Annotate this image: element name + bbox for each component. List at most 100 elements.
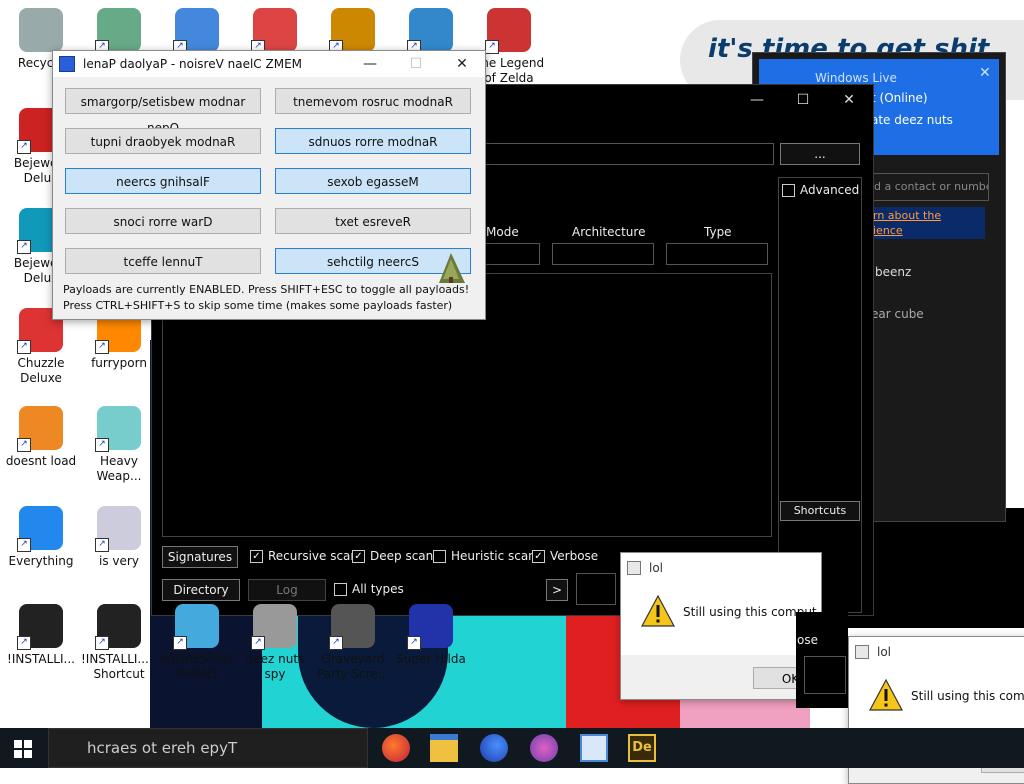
overlay-field[interactable] [804, 656, 846, 694]
heuristic-scan-label: Heuristic scan [451, 549, 536, 563]
advanced-checkbox-box[interactable] [782, 183, 795, 197]
desktop-icon[interactable]: ↗ AGGRESSIVE AVIANS [158, 604, 236, 682]
messenger-contact-2[interactable]: ear cube [871, 307, 924, 321]
desktop-icon-label: doesnt load [5, 454, 77, 468]
control-panel-icon[interactable] [580, 734, 608, 762]
memz-minimize-icon[interactable]: — [347, 56, 393, 72]
deep-scan-box[interactable]: ✓ [352, 549, 365, 563]
firefox-icon[interactable] [480, 734, 508, 762]
payload-button[interactable]: tnemevom rosruc modnaR [275, 88, 471, 114]
heuristic-scan-box[interactable] [433, 549, 446, 563]
dreamweaver-icon[interactable]: De [628, 734, 656, 762]
desktop-icon[interactable]: ↗ [236, 8, 314, 56]
memz-close-icon[interactable]: ✕ [439, 56, 485, 72]
desktop-icon[interactable]: ↗ deez nuts spy [236, 604, 314, 682]
desktop-icon-label: Everything [8, 554, 74, 568]
payload-button[interactable]: tceffe lennuT [65, 248, 261, 274]
shortcut-arrow-icon: ↗ [17, 636, 31, 650]
warning-icon [869, 679, 903, 711]
all-types-checkbox[interactable]: All types [334, 582, 404, 596]
desktop-icon[interactable]: ↗ Everything [2, 506, 80, 569]
payload-button[interactable]: snoci rorre warD [65, 208, 261, 234]
edge-icon[interactable] [382, 734, 410, 762]
shortcut-arrow-icon: ↗ [95, 340, 109, 354]
signatures-button[interactable]: Signatures [162, 546, 238, 568]
desktop-icon[interactable]: ↗ Heavy Weap... [80, 406, 158, 484]
lol-dialog-1[interactable]: lol Still using this comput OK [620, 552, 822, 700]
payload-button[interactable]: tupni draobyek modnaR [65, 128, 261, 154]
shortcuts-button[interactable]: Shortcuts [780, 501, 860, 521]
log-button[interactable]: Log [248, 579, 326, 601]
heuristic-scan-checkbox[interactable]: Heuristic scan [433, 549, 536, 563]
shortcut-arrow-icon: ↗ [95, 438, 109, 452]
payload-button[interactable]: txet esreveR [275, 208, 471, 234]
messenger-contact-1[interactable]: beenz [875, 265, 911, 279]
deep-scan-checkbox[interactable]: ✓ Deep scan [352, 549, 433, 563]
desktop-icon[interactable]: ↗ !INSTALLI... - Shortcut [80, 604, 158, 682]
messenger-promo-link[interactable]: rn about the [873, 209, 941, 222]
payload-button[interactable]: neercs gnihsalF [65, 168, 261, 194]
scanner-path-input[interactable] [482, 143, 774, 165]
winamp-icon: ↗ [329, 8, 375, 54]
desktop-icon[interactable]: ↗ Graveyard Party Scre... [314, 604, 392, 682]
next-arrow-button[interactable]: > [546, 579, 568, 601]
windows-start-icon[interactable] [14, 740, 32, 758]
lol-dialog-1-body: Still using this comput [621, 583, 821, 655]
desktop-icon[interactable]: ↗ is very [80, 506, 158, 569]
scanner-close-icon[interactable]: ✕ [826, 85, 872, 115]
all-types-label: All types [352, 582, 404, 596]
desktop-icon[interactable]: ↗ doesnt load [2, 406, 80, 469]
verbose-box[interactable]: ✓ [532, 549, 545, 563]
desktop-icon[interactable]: ↗ [158, 8, 236, 56]
messenger-status[interactable]: t (Online) [871, 91, 928, 105]
deep-scan-label: Deep scan [370, 549, 434, 563]
mode-field[interactable] [482, 243, 540, 265]
type-field[interactable] [666, 243, 768, 265]
desktop-icon[interactable]: ↗ [314, 8, 392, 56]
document-icon: ↗ [95, 604, 141, 650]
scanner-maximize-icon[interactable]: ☐ [780, 85, 826, 115]
payload-button[interactable]: sexob egasseM [275, 168, 471, 194]
scanner-minimize-icon[interactable]: — [734, 85, 780, 115]
desktop-icon-label: deez nuts spy [245, 652, 305, 681]
shortcut-arrow-icon: ↗ [95, 636, 109, 650]
recursive-scan-label: Recursive scan [268, 549, 359, 563]
verbose-checkbox[interactable]: ✓ Verbose [532, 549, 598, 563]
desktop-icon[interactable]: ↗ !INSTALLI... [2, 604, 80, 667]
lol-dialog-1-titlebar[interactable]: lol [621, 553, 821, 583]
msn-icon: ↗ [95, 8, 141, 54]
memz-maximize-icon[interactable]: ☐ [393, 56, 439, 72]
verbose-label: Verbose [550, 549, 599, 563]
recursive-scan-box[interactable]: ✓ [250, 549, 263, 563]
scanner-browse-button[interactable]: ... [780, 143, 860, 165]
advanced-checkbox[interactable]: Advanced [782, 183, 859, 197]
desktop-icon-label: Graveyard Party Scre... [316, 652, 390, 681]
directory-button[interactable]: Directory [162, 579, 240, 601]
payload-button[interactable]: smargorp/setisbew modnar nepO [65, 88, 261, 135]
lol-dialog-2-message: Still using this comput [911, 689, 1024, 703]
desktop-icon[interactable]: ↗ Super Hilda [392, 604, 470, 667]
scanner-bottom-field[interactable] [576, 573, 616, 605]
recycle-bin-icon [19, 8, 63, 52]
memz-titlebar[interactable]: lenaP daolyaP - noisreV naelC ZMEM — ☐ ✕ [53, 51, 485, 77]
desktop-icon[interactable]: ↗ [392, 8, 470, 56]
lol-dialog-2-title: lol [877, 645, 892, 659]
overlay-close-label[interactable]: ose [797, 633, 818, 647]
payload-button[interactable]: sdnuos rorre modnaR [275, 128, 471, 154]
messenger-promo-link2[interactable]: ience [873, 224, 903, 237]
msn-icon[interactable] [530, 734, 558, 762]
all-types-box[interactable] [334, 582, 347, 596]
lol-dialog-2-titlebar[interactable]: lol [849, 637, 1024, 667]
lol-dialog-1-title: lol [649, 561, 664, 575]
messenger-search-input[interactable]: d a contact or numbe [871, 173, 989, 201]
messenger-subtitle[interactable]: ate deez nuts [871, 113, 953, 127]
file-explorer-icon[interactable] [430, 734, 458, 762]
memz-payload-panel[interactable]: lenaP daolyaP - noisreV naelC ZMEM — ☐ ✕… [52, 50, 486, 320]
desktop-icon[interactable]: ↗ [80, 8, 158, 56]
memz-app-icon [59, 56, 75, 72]
messenger-close-icon[interactable]: ✕ [979, 65, 991, 81]
desktop-icon-label: !INSTALLI... [7, 652, 75, 666]
recursive-scan-checkbox[interactable]: ✓ Recursive scan [250, 549, 358, 563]
taskbar-search-box[interactable]: hcraes ot ereh epyT [48, 728, 368, 768]
architecture-field[interactable] [552, 243, 654, 265]
